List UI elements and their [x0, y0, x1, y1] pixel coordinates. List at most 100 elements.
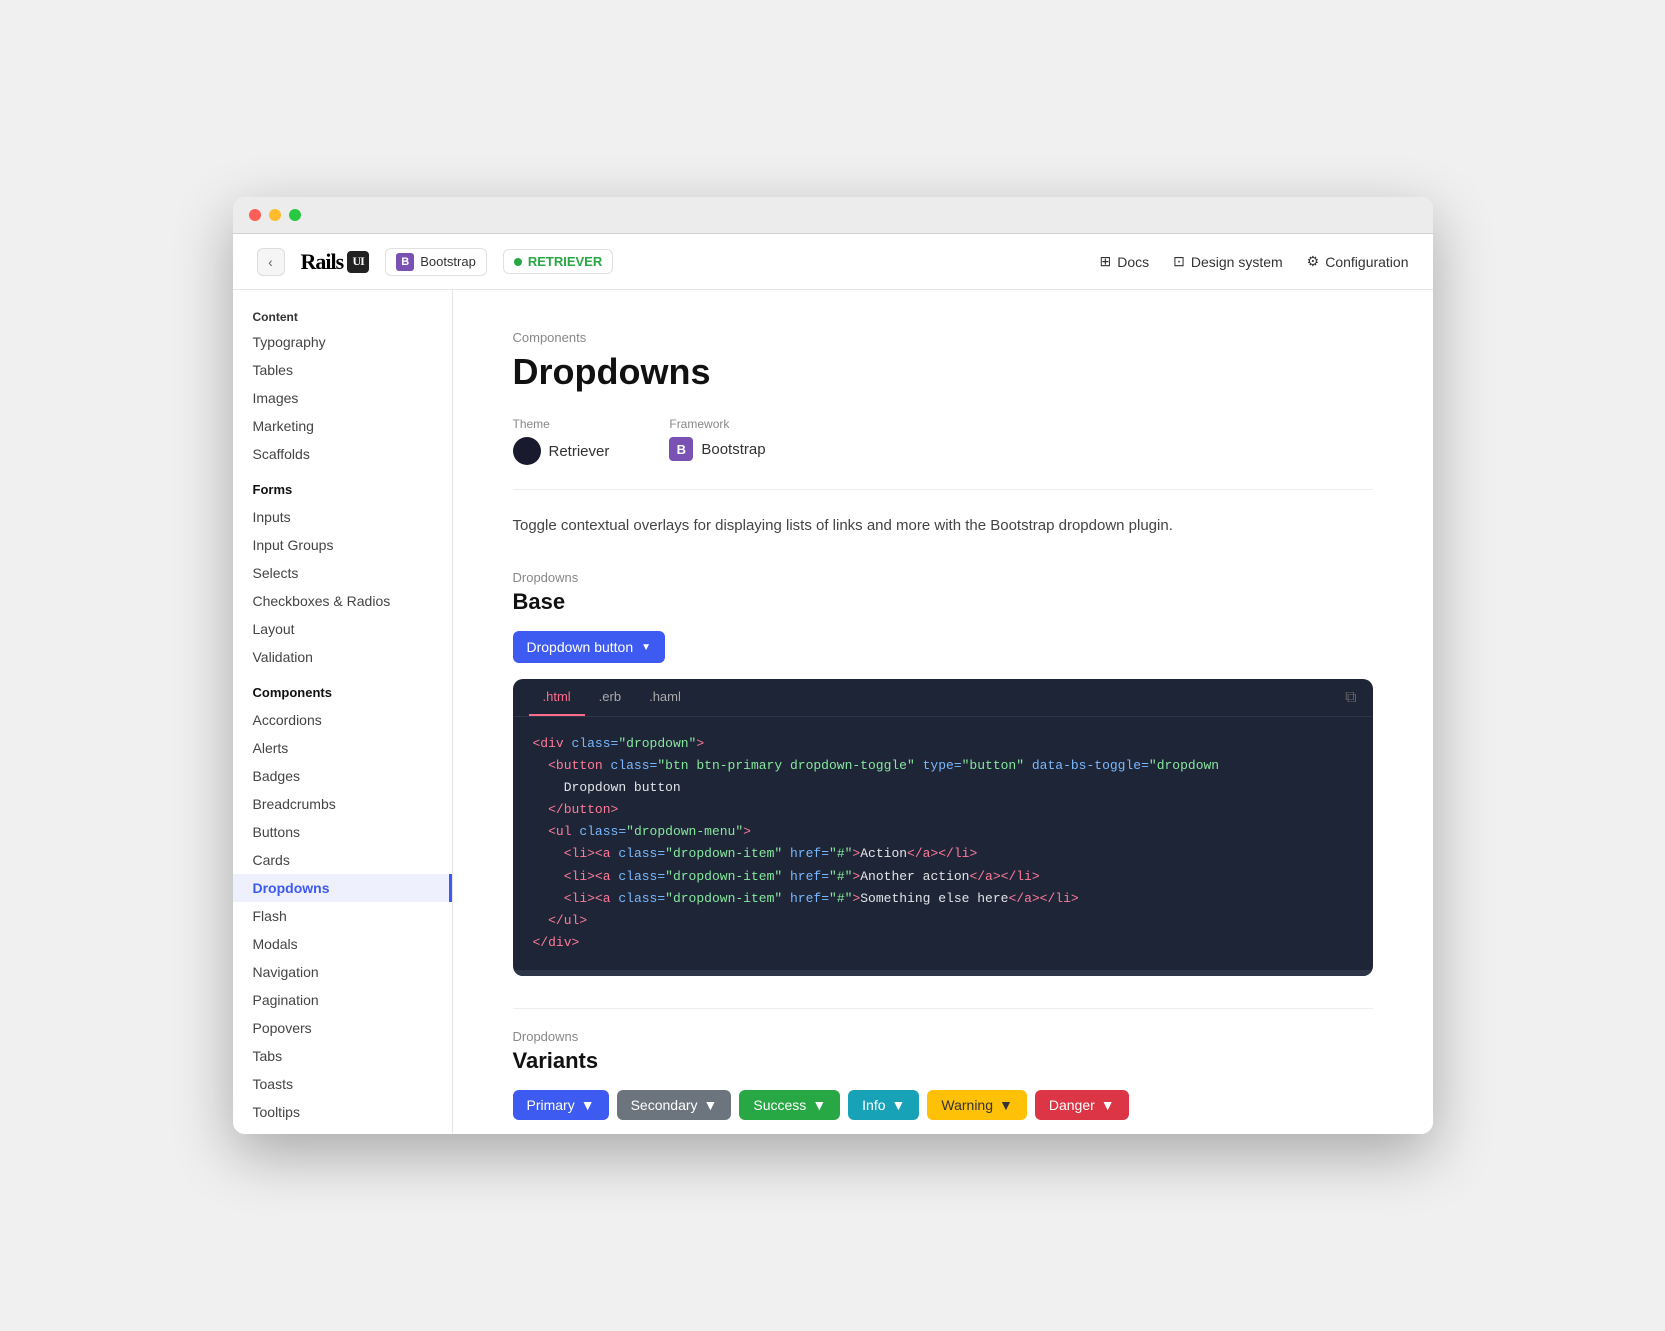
design-system-icon: ⊡ — [1173, 253, 1185, 270]
base-tab-haml[interactable]: .haml — [635, 679, 695, 716]
code-line-6: <li><a class="dropdown-item" href="#">Ac… — [533, 843, 1353, 865]
base-demo-area: Dropdown button ▼ — [513, 631, 1373, 663]
variant-danger-button[interactable]: Danger ▼ — [1035, 1090, 1129, 1120]
variant-danger-label: Danger — [1049, 1097, 1095, 1113]
sidebar-item-inputs[interactable]: Inputs — [233, 503, 452, 531]
close-button[interactable] — [249, 209, 261, 221]
sidebar-item-validation[interactable]: Validation — [233, 643, 452, 671]
base-section-label: Dropdowns — [513, 570, 1373, 585]
code-line-2: <button class="btn btn-primary dropdown-… — [533, 755, 1353, 777]
maximize-button[interactable] — [289, 209, 301, 221]
sidebar-item-badges[interactable]: Badges — [233, 762, 452, 790]
base-section-title: Base — [513, 589, 1373, 615]
framework-meta-value: B Bootstrap — [669, 437, 765, 461]
sidebar-item-images[interactable]: Images — [233, 384, 452, 412]
main-content: Components Dropdowns Theme Retriever Fra… — [453, 290, 1433, 1134]
page-description: Toggle contextual overlays for displayin… — [513, 514, 1373, 538]
section-divider — [513, 1008, 1373, 1009]
variant-info-caret: ▼ — [892, 1097, 906, 1113]
forms-section-label: Forms — [233, 476, 452, 503]
titlebar — [233, 197, 1433, 234]
sidebar-item-tooltips[interactable]: Tooltips — [233, 1098, 452, 1126]
retriever-dot-icon — [513, 437, 541, 465]
logo-box: UI — [347, 251, 369, 273]
sidebar-item-popovers[interactable]: Popovers — [233, 1014, 452, 1042]
sidebar-item-layout[interactable]: Layout — [233, 615, 452, 643]
sidebar-item-flash[interactable]: Flash — [233, 902, 452, 930]
sidebar-item-buttons[interactable]: Buttons — [233, 818, 452, 846]
variant-warning-caret: ▼ — [999, 1097, 1013, 1113]
variant-warning-button[interactable]: Warning ▼ — [927, 1090, 1026, 1120]
base-dropdown-button[interactable]: Dropdown button ▼ — [513, 631, 666, 663]
sidebar-item-toasts[interactable]: Toasts — [233, 1070, 452, 1098]
app-window: ‹ Rails UI B Bootstrap RETRIEVER ⊞ Docs — [233, 197, 1433, 1134]
variant-success-label: Success — [753, 1097, 806, 1113]
variant-info-button[interactable]: Info ▼ — [848, 1090, 919, 1120]
variant-secondary-label: Secondary — [631, 1097, 698, 1113]
variant-secondary-button[interactable]: Secondary ▼ — [617, 1090, 732, 1120]
body: Content Typography Tables Images Marketi… — [233, 290, 1433, 1134]
components-section-label: Components — [233, 679, 452, 706]
sidebar-item-navigation[interactable]: Navigation — [233, 958, 452, 986]
design-system-nav-item[interactable]: ⊡ Design system — [1173, 253, 1283, 270]
variant-primary-label: Primary — [527, 1097, 575, 1113]
bootstrap-icon: B — [396, 253, 414, 271]
code-line-3: Dropdown button — [533, 777, 1353, 799]
sidebar-item-marketing[interactable]: Marketing — [233, 412, 452, 440]
page-title: Dropdowns — [513, 351, 1373, 393]
variant-info-label: Info — [862, 1097, 885, 1113]
base-code-content: <div class="dropdown"> <button class="bt… — [513, 717, 1373, 970]
code-line-9: </ul> — [533, 910, 1353, 932]
sidebar-item-breadcrumbs[interactable]: Breadcrumbs — [233, 790, 452, 818]
code-line-4: </button> — [533, 799, 1353, 821]
code-line-1: <div class="dropdown"> — [533, 733, 1353, 755]
sidebar-item-scaffolds[interactable]: Scaffolds — [233, 440, 452, 468]
base-dropdown-caret-icon: ▼ — [641, 642, 651, 653]
variant-danger-caret: ▼ — [1101, 1097, 1115, 1113]
sidebar-item-cards[interactable]: Cards — [233, 846, 452, 874]
framework-meta-text: Bootstrap — [701, 441, 765, 458]
base-code-tabs: .html .erb .haml ⧉ — [513, 679, 1373, 717]
theme-meta: Theme Retriever — [513, 417, 610, 465]
variant-primary-caret: ▼ — [581, 1097, 595, 1113]
sidebar-item-checkboxes[interactable]: Checkboxes & Radios — [233, 587, 452, 615]
sidebar-item-pagination[interactable]: Pagination — [233, 986, 452, 1014]
meta-row: Theme Retriever Framework B Bootstrap — [513, 417, 1373, 490]
scrollbar[interactable] — [513, 970, 1373, 976]
variants-section-title: Variants — [513, 1048, 1373, 1074]
sidebar-item-dropdowns[interactable]: Dropdowns — [233, 874, 452, 902]
logo-text: Rails — [301, 249, 344, 275]
header: ‹ Rails UI B Bootstrap RETRIEVER ⊞ Docs — [233, 234, 1433, 290]
theme-meta-value: Retriever — [513, 437, 610, 465]
base-tab-erb[interactable]: .erb — [585, 679, 635, 716]
minimize-button[interactable] — [269, 209, 281, 221]
variants-row: Primary ▼ Secondary ▼ Success ▼ Info ▼ — [513, 1090, 1373, 1120]
variant-warning-label: Warning — [941, 1097, 993, 1113]
docs-nav-item[interactable]: ⊞ Docs — [1099, 253, 1149, 270]
variant-primary-button[interactable]: Primary ▼ — [513, 1090, 609, 1120]
sidebar-item-typography[interactable]: Typography — [233, 328, 452, 356]
sidebar-item-alerts[interactable]: Alerts — [233, 734, 452, 762]
docs-label: Docs — [1117, 254, 1149, 270]
docs-icon: ⊞ — [1099, 253, 1111, 270]
bootstrap-badge-icon: B — [669, 437, 693, 461]
copy-icon[interactable]: ⧉ — [1345, 689, 1356, 707]
variant-success-button[interactable]: Success ▼ — [739, 1090, 840, 1120]
app: ‹ Rails UI B Bootstrap RETRIEVER ⊞ Docs — [233, 234, 1433, 1134]
logo: Rails UI — [301, 249, 370, 275]
sidebar-item-tables[interactable]: Tables — [233, 356, 452, 384]
back-button[interactable]: ‹ — [257, 248, 285, 276]
theme-dot — [514, 258, 522, 266]
theme-meta-label: Theme — [513, 417, 610, 431]
variant-secondary-caret: ▼ — [704, 1097, 718, 1113]
base-tab-html[interactable]: .html — [529, 679, 585, 716]
sidebar-item-input-groups[interactable]: Input Groups — [233, 531, 452, 559]
variant-success-caret: ▼ — [812, 1097, 826, 1113]
configuration-nav-item[interactable]: ⚙ Configuration — [1307, 253, 1409, 270]
code-line-10: </div> — [533, 932, 1353, 954]
sidebar-item-modals[interactable]: Modals — [233, 930, 452, 958]
sidebar-item-selects[interactable]: Selects — [233, 559, 452, 587]
sidebar-item-tabs[interactable]: Tabs — [233, 1042, 452, 1070]
theme-badge: RETRIEVER — [503, 249, 613, 274]
sidebar-item-accordions[interactable]: Accordions — [233, 706, 452, 734]
